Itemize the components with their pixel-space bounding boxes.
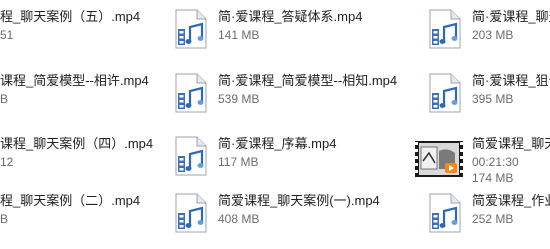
file-name: 课程_聊天案例（四）.mp4 — [0, 136, 154, 151]
file-name: 简爱课程_聊天 — [472, 136, 550, 151]
file-size: 408 MB — [218, 212, 260, 226]
file-size: 174 MB — [472, 171, 514, 185]
file-size: 539 MB — [218, 92, 260, 106]
file-size: B — [0, 92, 9, 106]
file-duration: 00:21:30 — [472, 155, 519, 169]
media-file-icon — [429, 9, 461, 49]
file-name: 课程_简爱模型--相许.mp4 — [0, 73, 149, 88]
file-name: 简爱课程_聊天案例(一).mp4 — [218, 193, 380, 208]
file-name: 简·爱课程_聊天 — [472, 9, 550, 24]
file-name: 程_聊天案例（二）.mp4 — [0, 193, 141, 208]
file-grid: 程_聊天案例（五）.mp4 51 课程_简爱模型--相许.mp4 B 课程_聊天… — [0, 0, 550, 244]
media-file-icon — [175, 73, 207, 113]
media-file-icon — [175, 193, 207, 233]
file-name: 简·爱课程_狙击 — [472, 73, 550, 88]
file-name: 简爱课程_作业 — [472, 193, 550, 208]
file-name: 程_聊天案例（五）.mp4 — [0, 9, 141, 24]
file-size: 141 MB — [218, 28, 260, 42]
file-size: 252 MB — [472, 212, 514, 226]
media-file-icon — [175, 9, 207, 49]
file-size: 395 MB — [472, 92, 514, 106]
media-file-icon — [175, 136, 207, 176]
file-size: B — [0, 212, 9, 226]
media-file-icon — [429, 193, 461, 233]
file-size: 12 — [0, 155, 14, 169]
video-thumbnail-icon — [415, 141, 463, 177]
file-name: 简·爱课程_简爱模型--相知.mp4 — [218, 73, 398, 88]
file-size: 203 MB — [472, 28, 514, 42]
file-name: 简·爱课程_答疑体系.mp4 — [218, 9, 363, 24]
file-name: 简·爱课程_序幕.mp4 — [218, 136, 337, 151]
file-size: 51 — [0, 28, 14, 42]
file-size: 117 MB — [218, 155, 259, 169]
media-file-icon — [429, 73, 461, 113]
